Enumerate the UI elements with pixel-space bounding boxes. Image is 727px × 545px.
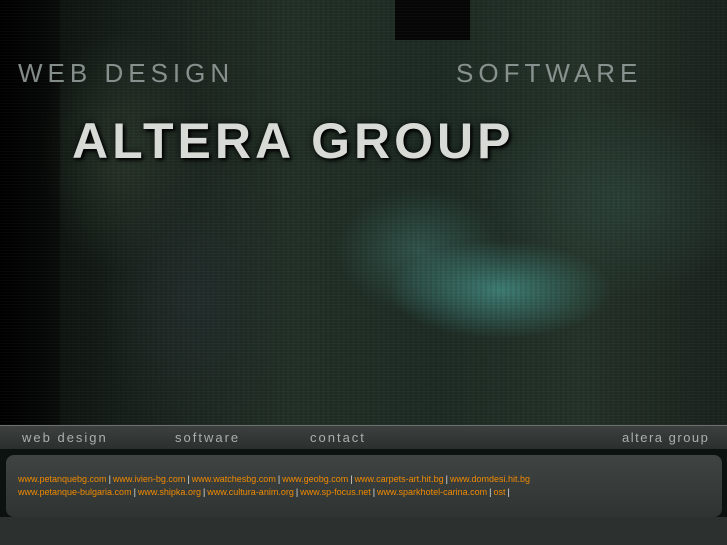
link-ivien-bg[interactable]: www.ivien-bg.com xyxy=(113,474,186,484)
hero-banner: WEB DESIGN SOFTWARE ALTERA GROUP xyxy=(0,0,727,425)
nav-web-design[interactable]: web design xyxy=(22,430,108,445)
tagline-software: SOFTWARE xyxy=(456,58,643,88)
main-nav: web design software contact altera group xyxy=(0,425,727,449)
link-petanque-bulgaria[interactable]: www.petanque-bulgaria.com xyxy=(18,487,132,497)
link-shipka[interactable]: www.shipka.org xyxy=(138,487,201,497)
partner-links-box: www.petanquebg.com | www.ivien-bg.com | www.… xyxy=(6,455,722,517)
links-row-1: www.petanquebg.com | www.ivien-bg.com | www.… xyxy=(18,473,710,486)
links-row-2: www.petanque-bulgaria.com | www.shipka.org… xyxy=(18,486,710,499)
nav-software[interactable]: software xyxy=(175,430,240,445)
link-carpets-art[interactable]: www.carpets-art.hit.bg xyxy=(355,474,444,484)
nav-altera-group[interactable]: altera group xyxy=(622,430,709,445)
link-separator: | xyxy=(507,487,510,497)
link-sparkhotel-carina[interactable]: www.sparkhotel-carina.com xyxy=(377,487,487,497)
link-watchesbg[interactable]: www.watchesbg.com xyxy=(192,474,276,484)
link-domdesi[interactable]: www.domdesi.hit.bg xyxy=(450,474,530,484)
brand-title: ALTERA GROUP xyxy=(72,113,515,169)
link-geobg[interactable]: www.geobg.com xyxy=(282,474,348,484)
footer-strip xyxy=(0,517,727,545)
nav-contact[interactable]: contact xyxy=(310,430,366,445)
link-sp-focus[interactable]: www.sp-focus.net xyxy=(300,487,371,497)
tagline-web-design: WEB DESIGN xyxy=(18,58,235,88)
link-petanquebg[interactable]: www.petanquebg.com xyxy=(18,474,107,484)
link-cultura-anim[interactable]: www.cultura-anim.org xyxy=(207,487,294,497)
link-ost[interactable]: ost xyxy=(493,487,505,497)
